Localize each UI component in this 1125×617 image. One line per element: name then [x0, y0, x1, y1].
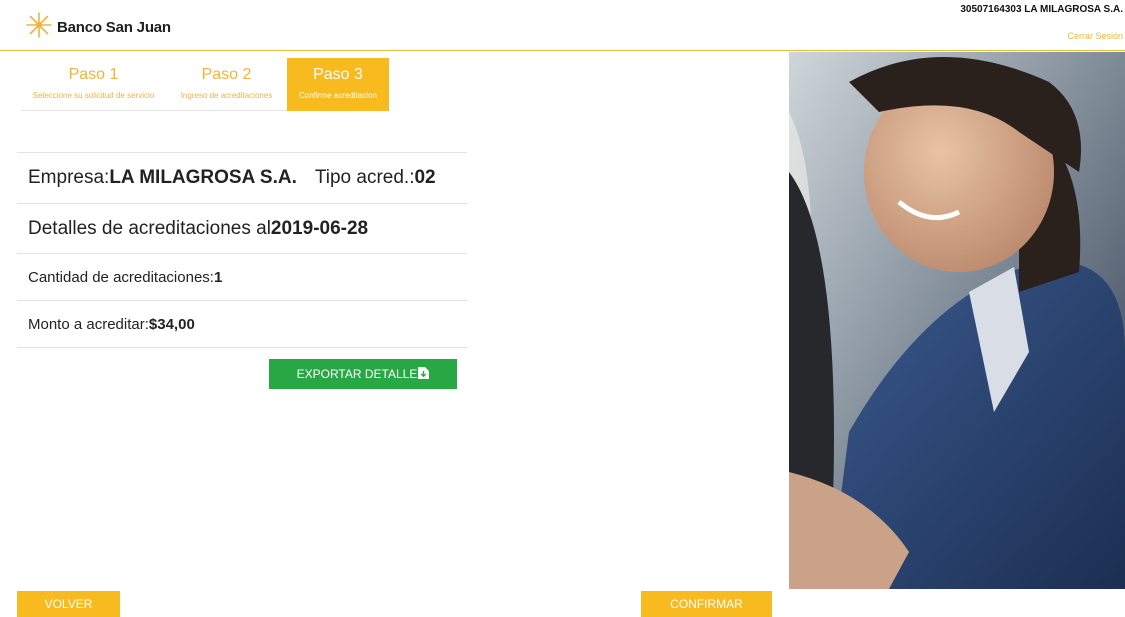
- date-row: Detalles de acreditaciones al 2019-06-28: [17, 203, 467, 253]
- step-3-active[interactable]: Paso 3 Confirme acreditacion: [287, 58, 389, 111]
- quantity-value: 1: [213, 268, 223, 286]
- confirm-button[interactable]: CONFIRMAR: [641, 591, 772, 617]
- logout-link[interactable]: Cerrar Sesión: [1067, 31, 1123, 41]
- star-burst-logo-icon: [25, 11, 53, 44]
- export-detail-button[interactable]: EXPORTAR DETALLE: [269, 359, 457, 389]
- step-1-title: Paso 1: [68, 66, 119, 83]
- bank-logo[interactable]: Banco San Juan: [25, 11, 171, 44]
- company-row: Empresa: LA MILAGROSA S.A. Tipo acred.: …: [17, 152, 467, 203]
- step-3-desc: Confirme acreditacion: [299, 91, 377, 100]
- bank-name: Banco San Juan: [57, 19, 171, 36]
- company-value: LA MILAGROSA S.A.: [109, 167, 297, 188]
- user-company-label: 30507164303 LA MILAGROSA S.A.: [960, 4, 1123, 15]
- app-header: Banco San Juan 30507164303 LA MILAGROSA …: [0, 0, 1125, 51]
- step-2-desc: Ingreso de acreditaciones: [180, 91, 273, 100]
- quantity-row: Cantidad de acreditaciones: 1: [17, 253, 467, 300]
- amount-row: Monto a acreditar: $34,00: [17, 300, 467, 348]
- date-label: Detalles de acreditaciones al: [28, 217, 271, 239]
- step-1-desc: Seleccione su solicitud de servicio: [32, 91, 155, 100]
- file-download-icon: [417, 366, 430, 382]
- amount-label: Monto a acreditar:: [28, 315, 149, 333]
- step-3-title: Paso 3: [313, 66, 363, 83]
- amount-value: $34,00: [148, 315, 195, 333]
- back-button[interactable]: VOLVER: [17, 591, 120, 617]
- wizard-steps: Paso 1 Seleccione su solicitud de servic…: [21, 58, 389, 111]
- step-2[interactable]: Paso 2 Ingreso de acreditaciones: [166, 58, 287, 111]
- date-value: 2019-06-28: [270, 217, 369, 239]
- step-2-title: Paso 2: [201, 66, 252, 83]
- accreditation-type-value: 02: [414, 167, 436, 188]
- company-label: Empresa:: [28, 167, 110, 188]
- export-detail-label: EXPORTAR DETALLE: [296, 367, 418, 381]
- quantity-label: Cantidad de acreditaciones:: [28, 268, 214, 286]
- accreditation-type-label: Tipo acred.:: [314, 167, 415, 188]
- step-1[interactable]: Paso 1 Seleccione su solicitud de servic…: [21, 58, 166, 111]
- hero-photo: [789, 52, 1125, 589]
- accreditation-details: Empresa: LA MILAGROSA S.A. Tipo acred.: …: [17, 152, 467, 348]
